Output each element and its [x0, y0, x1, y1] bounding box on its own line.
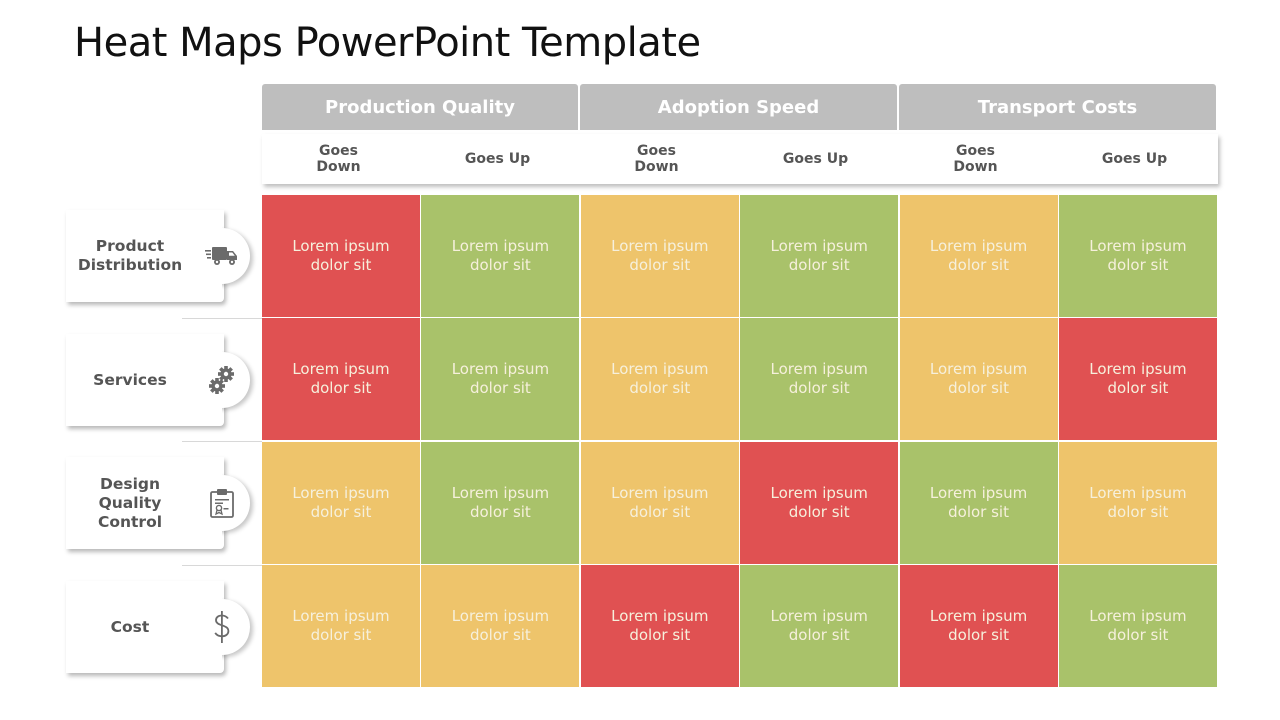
subheader-goes-down: Goes Down [953, 143, 998, 175]
heat-cell-yellow: Lorem ipsum dolor sit [899, 195, 1058, 317]
heat-cell-yellow: Lorem ipsum dolor sit [580, 441, 739, 564]
subheader-goes-up: Goes Up [464, 151, 531, 167]
row-separator [182, 565, 262, 566]
heat-cell-red: Lorem ipsum dolor sit [740, 441, 899, 564]
gears-icon [194, 352, 250, 408]
truck-icon [194, 228, 250, 284]
heat-cell-green: Lorem ipsum dolor sit [421, 318, 580, 441]
row-separator [182, 441, 262, 442]
subheader-goes-up: Goes Up [1101, 151, 1168, 167]
heat-map-grid: Lorem ipsum dolor sit Lorem ipsum dolor s… [262, 195, 1217, 688]
heat-cell-green: Lorem ipsum dolor sit [1058, 195, 1217, 317]
heat-cell-green: Lorem ipsum dolor sit [740, 565, 899, 688]
heat-cell-yellow: Lorem ipsum dolor sit [262, 441, 420, 564]
column-group-transport-costs: Transport Costs [899, 84, 1216, 130]
subheader-goes-down: Goes Down [634, 143, 679, 175]
row-separator [182, 318, 262, 319]
subheader-goes-up: Goes Up [782, 151, 849, 167]
heat-cell-green: Lorem ipsum dolor sit [740, 195, 899, 317]
heat-cell-green: Lorem ipsum dolor sit [421, 441, 580, 564]
heat-cell-red: Lorem ipsum dolor sit [899, 565, 1058, 688]
heat-cell-red: Lorem ipsum dolor sit [1058, 318, 1217, 441]
heat-cell-green: Lorem ipsum dolor sit [1058, 565, 1217, 688]
heat-cell-yellow: Lorem ipsum dolor sit [580, 195, 739, 317]
heat-cell-yellow: Lorem ipsum dolor sit [1058, 441, 1217, 564]
heat-cell-green: Lorem ipsum dolor sit [740, 318, 899, 441]
heat-cell-red: Lorem ipsum dolor sit [262, 318, 420, 441]
row-label-cost: Cost [110, 617, 150, 636]
heat-cell-green: Lorem ipsum dolor sit [899, 441, 1058, 564]
subheader-goes-down: Goes Down [316, 143, 361, 175]
heat-cell-yellow: Lorem ipsum dolor sit [899, 318, 1058, 441]
column-group-production-quality: Production Quality [262, 84, 578, 130]
heat-cell-yellow: Lorem ipsum dolor sit [580, 318, 739, 441]
clipboard-certificate-icon [194, 475, 250, 531]
heat-cell-red: Lorem ipsum dolor sit [262, 195, 420, 317]
heat-cell-yellow: Lorem ipsum dolor sit [262, 565, 420, 688]
column-group-adoption-speed: Adoption Speed [580, 84, 897, 130]
row-label-product-distribution: Product Distribution [77, 237, 183, 274]
row-label-design-quality-control: Design Quality Control [97, 474, 163, 531]
row-label-services: Services [93, 370, 167, 389]
heat-cell-red: Lorem ipsum dolor sit [580, 565, 739, 688]
heat-cell-yellow: Lorem ipsum dolor sit [421, 565, 580, 688]
slide-title: Heat Maps PowerPoint Template [74, 20, 701, 66]
dollar-icon [194, 599, 250, 655]
heat-cell-green: Lorem ipsum dolor sit [421, 195, 580, 317]
